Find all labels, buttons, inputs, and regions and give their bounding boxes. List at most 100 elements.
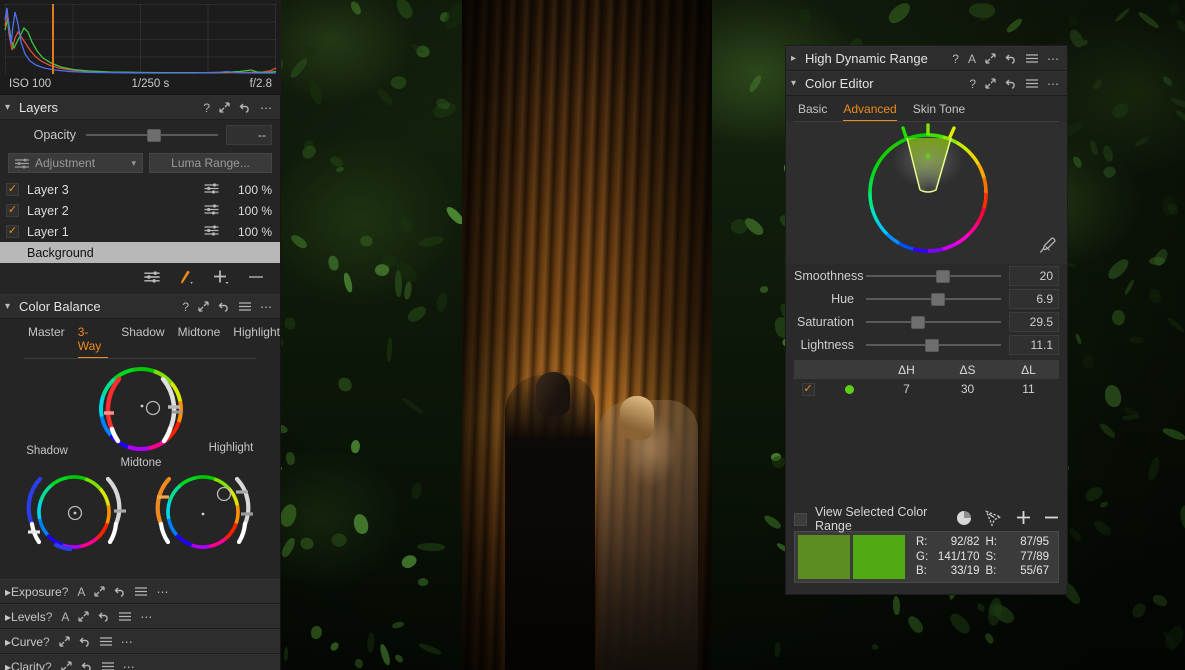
section-clarity[interactable]: ▸ Clarity ? ⋯ bbox=[0, 654, 280, 670]
menu-icon[interactable] bbox=[1026, 54, 1038, 63]
mixer-icon[interactable] bbox=[144, 271, 160, 286]
help-icon[interactable]: ? bbox=[182, 301, 189, 313]
tab-midtone[interactable]: Midtone bbox=[178, 325, 221, 359]
smoothness-value[interactable]: 20 bbox=[1009, 266, 1059, 286]
layer-visibility-checkbox[interactable]: ✓ bbox=[6, 204, 19, 217]
expand-icon[interactable] bbox=[61, 661, 72, 670]
section-exposure[interactable]: ▸ Exposure ? A ⋯ bbox=[0, 579, 280, 604]
layer-row[interactable]: ✓ Layer 2 100 % bbox=[0, 200, 280, 221]
layer-row[interactable]: ✓ Layer 3 100 % bbox=[0, 179, 280, 200]
tab-shadow[interactable]: Shadow bbox=[121, 325, 164, 359]
chevron-down-icon[interactable]: ▾ bbox=[791, 78, 805, 89]
mixer-icon[interactable] bbox=[204, 204, 219, 218]
menu-icon[interactable] bbox=[100, 637, 112, 646]
panel-header-layers[interactable]: ▾ Layers ? ⋯ bbox=[0, 95, 280, 120]
mask-icon[interactable] bbox=[985, 510, 1003, 529]
reset-icon[interactable] bbox=[1005, 53, 1017, 64]
more-icon[interactable]: ⋯ bbox=[156, 586, 168, 598]
menu-icon[interactable] bbox=[135, 587, 147, 596]
remove-icon[interactable] bbox=[1044, 510, 1059, 528]
expand-icon[interactable] bbox=[219, 102, 230, 113]
expand-icon[interactable] bbox=[78, 611, 89, 622]
help-icon[interactable]: ? bbox=[969, 78, 976, 90]
panel-header-hdr[interactable]: ▸ High Dynamic Range ? A ⋯ bbox=[786, 46, 1067, 71]
selection-wedge[interactable] bbox=[892, 125, 964, 192]
hue-wheel[interactable] bbox=[786, 122, 1069, 264]
slider-knob[interactable] bbox=[936, 270, 950, 283]
tab-highlight[interactable]: Highlight bbox=[233, 325, 280, 359]
panel-header-color-editor[interactable]: ▾ Color Editor ? ⋯ bbox=[786, 71, 1067, 96]
layer-visibility-checkbox[interactable]: ✓ bbox=[6, 225, 19, 238]
eyedropper-icon[interactable] bbox=[1038, 236, 1057, 258]
tab-3way[interactable]: 3-Way bbox=[78, 325, 109, 359]
opacity-slider-knob[interactable] bbox=[147, 129, 161, 142]
menu-icon[interactable] bbox=[239, 302, 251, 311]
tab-skin-tone[interactable]: Skin Tone bbox=[913, 102, 965, 122]
opacity-value[interactable]: -- bbox=[226, 125, 272, 145]
row-enabled-checkbox[interactable]: ✓ bbox=[802, 383, 815, 396]
reset-icon[interactable] bbox=[98, 611, 110, 622]
pie-icon[interactable] bbox=[956, 510, 972, 529]
help-icon[interactable]: ? bbox=[203, 102, 210, 114]
tab-master[interactable]: Master bbox=[28, 325, 65, 359]
lightness-slider[interactable] bbox=[866, 336, 1001, 354]
expand-icon[interactable] bbox=[94, 586, 105, 597]
auto-icon[interactable]: A bbox=[61, 611, 69, 623]
slider-knob[interactable] bbox=[931, 293, 945, 306]
slider-knob[interactable] bbox=[911, 316, 925, 329]
chevron-down-icon[interactable]: ▾ bbox=[5, 102, 19, 113]
help-icon[interactable]: ? bbox=[62, 586, 69, 598]
tab-advanced[interactable]: Advanced bbox=[843, 102, 896, 122]
saturation-value[interactable]: 29.5 bbox=[1009, 312, 1059, 332]
reset-icon[interactable] bbox=[114, 586, 126, 597]
expand-icon[interactable] bbox=[985, 53, 996, 64]
histogram-widget[interactable]: ISO 100 1/250 s f/2.8 bbox=[0, 0, 281, 95]
expand-icon[interactable] bbox=[198, 301, 209, 312]
brush-icon[interactable] bbox=[178, 270, 195, 288]
layer-visibility-checkbox[interactable]: ✓ bbox=[6, 183, 19, 196]
saturation-slider[interactable] bbox=[866, 313, 1001, 331]
reset-icon[interactable] bbox=[79, 636, 91, 647]
more-icon[interactable]: ⋯ bbox=[1047, 78, 1059, 90]
add-icon[interactable] bbox=[213, 270, 230, 288]
help-icon[interactable]: ? bbox=[45, 661, 52, 670]
color-range-wheel[interactable] bbox=[786, 122, 1067, 264]
auto-icon[interactable]: A bbox=[77, 586, 85, 598]
reset-icon[interactable] bbox=[1005, 78, 1017, 89]
more-icon[interactable]: ⋯ bbox=[1047, 53, 1059, 65]
slider-knob[interactable] bbox=[925, 339, 939, 352]
more-icon[interactable]: ⋯ bbox=[140, 611, 152, 623]
more-icon[interactable]: ⋯ bbox=[260, 102, 272, 114]
menu-icon[interactable] bbox=[119, 612, 131, 621]
hue-value[interactable]: 6.9 bbox=[1009, 289, 1059, 309]
view-selected-range-checkbox[interactable] bbox=[794, 513, 807, 526]
more-icon[interactable]: ⋯ bbox=[121, 636, 133, 648]
help-icon[interactable]: ? bbox=[43, 636, 50, 648]
add-icon[interactable] bbox=[1016, 510, 1031, 528]
three-way-wheels[interactable]: Shadow Midtone Highlight bbox=[0, 359, 281, 579]
help-icon[interactable]: ? bbox=[46, 611, 53, 623]
smoothness-slider[interactable] bbox=[866, 267, 1001, 285]
more-icon[interactable]: ⋯ bbox=[260, 301, 272, 313]
remove-icon[interactable] bbox=[248, 271, 264, 286]
chevron-down-icon[interactable]: ▾ bbox=[5, 301, 19, 312]
mixer-icon[interactable] bbox=[204, 183, 219, 197]
adjustment-dropdown[interactable]: Adjustment ▾ bbox=[8, 153, 143, 173]
menu-icon[interactable] bbox=[102, 662, 114, 670]
layer-row-background[interactable]: Background bbox=[0, 242, 280, 263]
mixer-icon[interactable] bbox=[204, 225, 219, 239]
reset-icon[interactable] bbox=[81, 661, 93, 670]
luma-range-button[interactable]: Luma Range... bbox=[149, 153, 272, 173]
expand-icon[interactable] bbox=[59, 636, 70, 647]
table-row[interactable]: ✓ 7 30 11 bbox=[794, 379, 1059, 399]
more-icon[interactable]: ⋯ bbox=[123, 661, 135, 670]
reset-icon[interactable] bbox=[239, 102, 251, 113]
auto-icon[interactable]: A bbox=[968, 53, 976, 65]
chevron-right-icon[interactable]: ▸ bbox=[791, 53, 805, 64]
layer-visibility-checkbox[interactable] bbox=[6, 246, 19, 259]
panel-header-color-balance[interactable]: ▾ Color Balance ? ⋯ bbox=[0, 294, 280, 319]
menu-icon[interactable] bbox=[1026, 79, 1038, 88]
layer-row[interactable]: ✓ Layer 1 100 % bbox=[0, 221, 280, 242]
help-icon[interactable]: ? bbox=[952, 53, 959, 65]
reset-icon[interactable] bbox=[218, 301, 230, 312]
